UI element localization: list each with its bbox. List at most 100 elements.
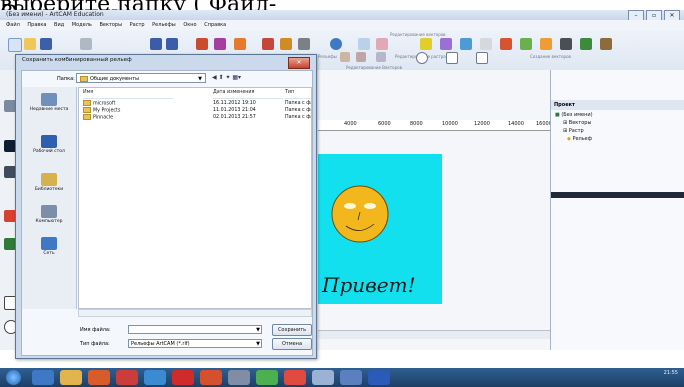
workspace-scrollbar[interactable] [318, 330, 550, 339]
taskbar-app3-icon[interactable] [228, 370, 250, 385]
toolbar-group-reliefs: Рельефы [318, 54, 337, 59]
menu-window[interactable]: Окно [183, 22, 196, 28]
color-tool-icon[interactable] [214, 38, 226, 50]
ship-icon[interactable] [600, 38, 612, 50]
vector-create-icon[interactable] [420, 38, 432, 50]
menu-bar: Файл Правка Вид Модель Векторы Растр Рел… [0, 20, 684, 30]
taskbar-app2-icon[interactable] [144, 370, 166, 385]
save-button[interactable]: Сохранить [272, 324, 312, 336]
polyline-icon[interactable] [440, 38, 452, 50]
layer-tool-icon[interactable] [262, 38, 274, 50]
column-type[interactable]: Тип [285, 88, 311, 99]
taskbar-app-icon[interactable] [116, 370, 138, 385]
place-recent[interactable]: Недавние места [24, 93, 74, 112]
menu-help[interactable]: Справка [204, 22, 226, 28]
ruler-tick: 14000 [508, 121, 524, 127]
arc-icon[interactable] [446, 52, 458, 64]
nos-icon[interactable] [560, 38, 572, 50]
globe-icon[interactable] [330, 38, 342, 50]
ruler-tick: 12000 [474, 121, 490, 127]
taskbar-ie-icon[interactable] [32, 370, 54, 385]
text-relief-icon[interactable] [376, 52, 386, 62]
tree-root[interactable]: ■ (Без имени) [555, 112, 593, 118]
dialog-close-button[interactable]: ✕ [288, 57, 310, 69]
taskbar-chrome-icon[interactable] [256, 370, 278, 385]
filename-input[interactable]: ▼ [128, 325, 262, 334]
taskbar-app6-icon[interactable] [340, 370, 362, 385]
save-relief-dialog: Сохранить комбинированный рельеф ✕ Папка… [15, 54, 317, 359]
star-icon[interactable] [480, 38, 492, 50]
folder-icon [83, 100, 91, 106]
places-bar: Недавние места Рабочий стол Библиотеки К… [22, 87, 77, 309]
filetype-label: Тип файла: [80, 341, 110, 347]
folder-nav-icons[interactable]: ◀ ⬆ ✦ ▦▾ [212, 74, 241, 81]
relief-tool-icon[interactable] [196, 38, 208, 50]
taskbar-media-icon[interactable] [88, 370, 110, 385]
file-row[interactable]: microsoft 16.11.2012 19:10 Папка с фа [79, 100, 311, 107]
filetype-select[interactable]: Рельефы ArtCAM (*.rlf) ▼ [128, 339, 262, 348]
save-icon[interactable] [40, 38, 52, 50]
project-panel-header: Проект [551, 100, 684, 110]
bitmap-tool-icon[interactable] [234, 38, 246, 50]
taskbar-word-icon[interactable] [368, 370, 390, 385]
folder-label: Папка: [57, 76, 75, 82]
app-title: (Без имени) - ArtCAM Education [6, 11, 104, 18]
swirl-icon[interactable] [540, 38, 552, 50]
relief-canvas[interactable]: Привет! [318, 154, 442, 304]
place-computer[interactable]: Компьютер [24, 205, 74, 224]
tree-vectors[interactable]: ⊞ Векторы [563, 120, 591, 126]
toolbar-group-vector-edit: Редактирование векторов [390, 32, 446, 37]
column-date[interactable]: Дата изменения [213, 88, 283, 99]
circle-icon[interactable] [416, 52, 428, 64]
file-row[interactable]: Pinnacle 02.01.2013 21:57 Папка с фа [79, 114, 311, 121]
flower-icon[interactable] [520, 38, 532, 50]
taskbar-explorer-icon[interactable] [60, 370, 82, 385]
menu-view[interactable]: Вид [54, 22, 64, 28]
ruler-tick: 6000 [378, 121, 391, 127]
undo-icon[interactable] [150, 38, 162, 50]
node-edit-icon[interactable] [376, 38, 388, 50]
dialog-title: Сохранить комбинированный рельеф [22, 57, 132, 63]
menu-reliefs[interactable]: Рельефы [152, 22, 176, 28]
menu-edit[interactable]: Правка [27, 22, 46, 28]
menu-bitmap[interactable]: Растр [130, 22, 145, 28]
rect-icon[interactable] [476, 52, 488, 64]
curve-icon[interactable] [460, 38, 472, 50]
dialog-body: Папка: Общие документы ▼ ◀ ⬆ ✦ ▦▾ Недавн… [21, 70, 313, 356]
folder-select[interactable]: Общие документы ▼ [76, 73, 206, 83]
tree-bitmap[interactable]: ⊞ Растр [563, 128, 584, 134]
folder-select-value: Общие документы [90, 76, 140, 82]
fill-tool-icon[interactable] [298, 38, 310, 50]
text-tool-icon[interactable] [500, 38, 512, 50]
menu-vectors[interactable]: Векторы [99, 22, 122, 28]
left-eye [344, 203, 356, 209]
taskbar-app4-icon[interactable] [284, 370, 306, 385]
place-desktop[interactable]: Рабочий стол [24, 135, 74, 154]
cancel-button[interactable]: Отмена [272, 338, 312, 350]
open-icon[interactable] [24, 38, 36, 50]
hatch-icon[interactable] [356, 52, 366, 62]
start-button[interactable] [6, 370, 21, 385]
new-icon[interactable] [8, 38, 22, 52]
grid-icon[interactable] [580, 38, 592, 50]
clock[interactable]: 21:55 [664, 370, 678, 377]
menu-file[interactable]: Файл [6, 22, 20, 28]
file-list-scrollbar[interactable] [78, 309, 312, 317]
menu-model[interactable]: Модель [72, 22, 92, 28]
file-row[interactable]: My Projects 11.01.2013 21:04 Папка с фа [79, 107, 311, 114]
place-libraries[interactable]: Библиотеки [24, 173, 74, 192]
folder-icon [83, 107, 91, 113]
cut-icon[interactable] [80, 38, 92, 50]
taskbar-artcam-icon[interactable] [200, 370, 222, 385]
pattern-icon[interactable] [340, 52, 350, 62]
taskbar-opera-icon[interactable] [172, 370, 194, 385]
redo-icon[interactable] [166, 38, 178, 50]
taskbar-app5-icon[interactable] [312, 370, 334, 385]
place-network[interactable]: Сеть [24, 237, 74, 256]
vector-edit-icon[interactable] [358, 38, 370, 50]
canvas-drawing: Привет! [321, 185, 416, 297]
ruler-tick: 4000 [344, 121, 357, 127]
paint-tool-icon[interactable] [280, 38, 292, 50]
column-name[interactable]: Имя [83, 88, 173, 99]
tree-relief[interactable]: ◆ Рельеф [567, 136, 592, 142]
